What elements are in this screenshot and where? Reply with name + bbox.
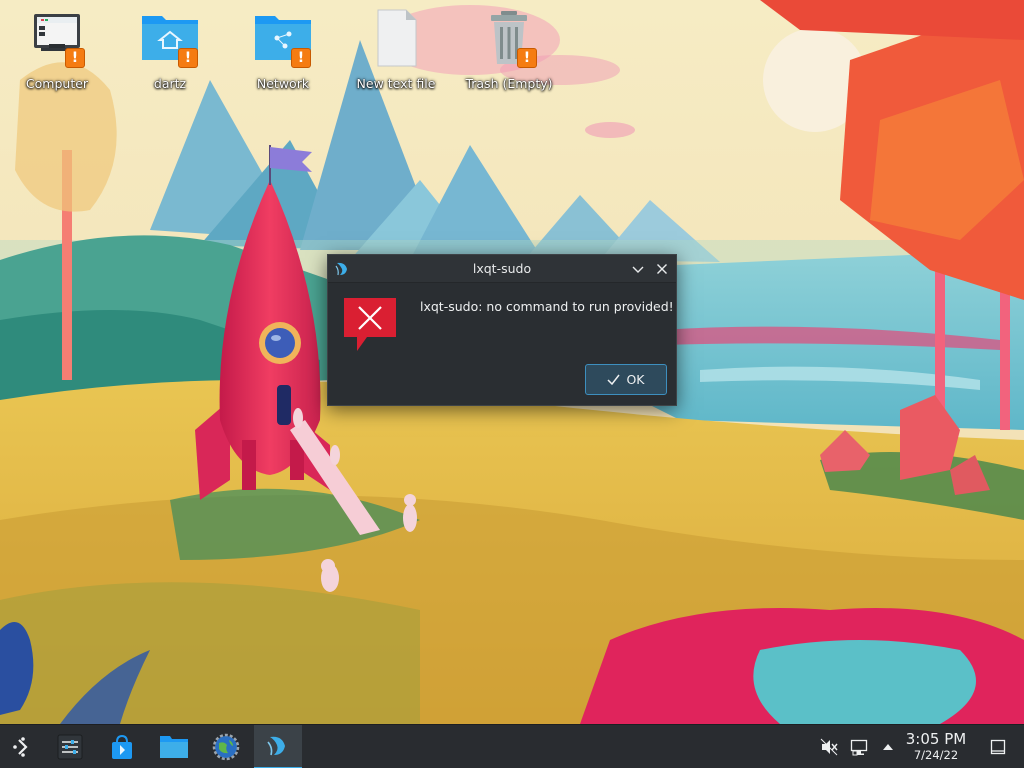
checkmark-icon: [607, 374, 621, 385]
desktop-icon-trash[interactable]: ! Trash (Empty): [459, 8, 559, 100]
desktop-icon-network[interactable]: ! Network: [233, 8, 333, 100]
ok-button[interactable]: OK: [585, 364, 667, 395]
show-hidden-tray-button[interactable]: [878, 725, 898, 768]
system-settings-icon: [57, 734, 83, 760]
network-status-button[interactable]: [848, 725, 870, 768]
trash-icon: !: [479, 8, 539, 68]
taskbar-lxqt-sudo[interactable]: [254, 725, 302, 768]
chevron-up-icon: [883, 744, 893, 750]
taskbar-browser[interactable]: [204, 725, 248, 768]
app-launcher-button[interactable]: [0, 725, 44, 768]
clock-time: 3:05 PM: [905, 730, 967, 748]
app-launcher-icon: [13, 737, 28, 757]
clock[interactable]: 3:05 PM 7/24/22: [900, 730, 972, 762]
clock-date: 7/24/22: [913, 748, 959, 762]
taskbar-discover[interactable]: [100, 725, 144, 768]
dialog-title: lxqt-sudo: [472, 261, 532, 276]
taskbar: 3:05 PM 7/24/22: [0, 724, 1024, 768]
network-wired-icon: [850, 739, 868, 756]
desktop-icon-dartz[interactable]: ! dartz: [120, 8, 220, 100]
ok-button-label: OK: [626, 372, 645, 387]
desktop-icon-label: New text file: [356, 76, 436, 91]
lxqt-sudo-app-icon: [333, 260, 351, 278]
lxqt-sudo-icon: [267, 736, 285, 756]
discover-store-icon: [112, 734, 132, 759]
volume-muted-icon: [820, 738, 838, 756]
desktop-icon-computer[interactable]: ! Computer: [7, 8, 107, 100]
show-desktop-button[interactable]: [986, 725, 1010, 768]
desktop-icon-label: Computer: [25, 76, 89, 91]
network-folder-icon: !: [253, 8, 313, 68]
warning-badge-icon: !: [65, 48, 85, 68]
dialog-message: lxqt-sudo: no command to run provided!: [420, 299, 674, 314]
minimize-button[interactable]: [630, 261, 646, 277]
home-folder-icon: !: [140, 8, 200, 68]
dialog-titlebar[interactable]: lxqt-sudo: [328, 255, 676, 283]
show-desktop-icon: [990, 739, 1006, 755]
lxqt-sudo-dialog: lxqt-sudo lxqt-sudo: no command to run p…: [327, 254, 677, 406]
taskbar-file-manager[interactable]: [152, 725, 196, 768]
taskbar-system-settings[interactable]: [48, 725, 92, 768]
close-icon: [657, 264, 667, 274]
volume-muted-button[interactable]: [818, 725, 840, 768]
warning-badge-icon: !: [291, 48, 311, 68]
desktop-icon-label: dartz: [153, 76, 187, 91]
chevron-down-icon: [632, 266, 644, 273]
file-manager-icon: [160, 736, 188, 758]
desktop-icon-label: Network: [256, 76, 310, 91]
close-button[interactable]: [654, 261, 670, 277]
warning-badge-icon: !: [178, 48, 198, 68]
error-icon: [343, 297, 397, 353]
desktop-icon-label: Trash (Empty): [465, 76, 553, 91]
desktop-icon-new-text-file[interactable]: New text file: [346, 8, 446, 100]
text-file-icon: [366, 8, 426, 68]
computer-icon: !: [27, 8, 87, 68]
warning-badge-icon: !: [517, 48, 537, 68]
browser-icon: [212, 733, 240, 761]
